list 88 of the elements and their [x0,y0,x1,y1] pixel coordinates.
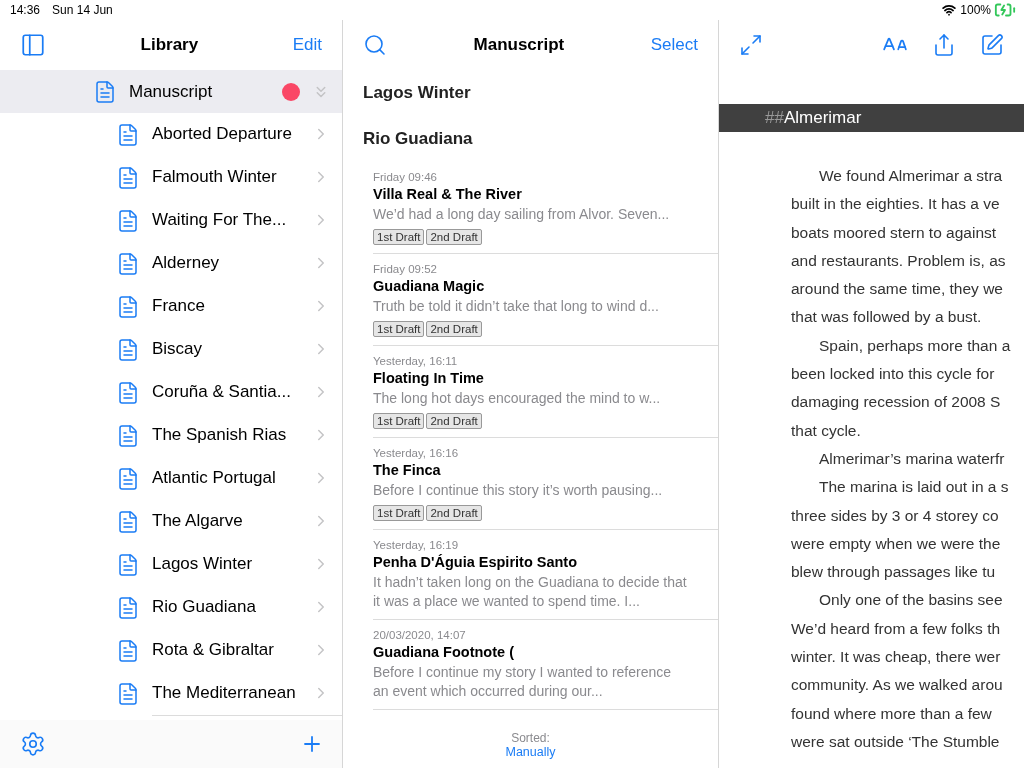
draft-tag: 2nd Draft [426,505,482,521]
text-line: were sat outside ‘The Stumble [791,731,1001,752]
document-icon [93,79,117,104]
document-icon [116,337,140,362]
draft-tag: 1st Draft [373,321,425,337]
share-icon[interactable] [932,33,956,57]
text-line: We’d heard from a few folks th [791,618,1002,639]
text-line: Spain, perhaps more than a [818,335,1012,356]
settings-icon[interactable] [20,731,46,757]
document-date: Yesterday, 16:19 [373,539,460,551]
document-title: Floating In Time [373,370,485,386]
edit-button[interactable]: Edit [292,35,322,55]
text-line: boats moored stern to against [791,222,998,243]
battery-percentage: 100% [960,3,991,17]
text-line: winter. It was cheap, there wer [791,647,1002,668]
document-icon [116,122,140,147]
draft-tag: 1st Draft [373,413,425,429]
text-line: that cycle. [791,420,862,441]
document-icon [116,251,140,276]
section-heading: ##Almerimar [765,108,862,128]
sort-mode-link[interactable]: Manually [505,745,556,759]
document-icon [116,466,140,491]
document-icon [116,638,140,663]
text-line: We found Almerimar a stra [818,166,1004,186]
sorted-label: Sorted: [511,731,550,745]
text-line: built in the eighties. It has a ve [791,194,1001,215]
document-preview: The long hot days encouraged the mind to w... [373,389,662,408]
text-line: were empty when we were the [791,533,1002,554]
text-line: damaging recession of 2008 S [791,392,1002,413]
status-time: 14:36 [10,3,41,17]
group-heading[interactable]: Rio Guadiana [343,116,718,162]
document-preview: Before I continue my story I wanted to reference an event which occurred during our... [373,663,673,701]
document-icon [116,208,140,233]
document-date: Yesterday, 16:11 [373,355,459,367]
text-line: Only one of the basins see [818,590,1004,611]
document-icon [116,380,140,405]
group-heading[interactable]: Lagos Winter [343,70,718,116]
manuscript-row[interactable]: Manuscript [0,70,342,113]
document-date: Yesterday, 16:16 [373,447,460,459]
document-date: Friday 09:52 [373,263,438,275]
text-line: three sides by 3 or 4 storey co [791,505,1000,526]
manuscript-title: Manuscript [473,35,565,55]
compose-icon[interactable] [980,33,1004,57]
document-preview: Before I continue this story it’s worth pausing... [373,481,664,500]
document-icon [116,681,140,706]
document-date: Friday 09:46 [373,171,438,183]
search-icon[interactable] [363,33,387,57]
library-title: Library [140,35,199,55]
draft-tag: 2nd Draft [426,413,482,429]
text-line: been locked into this cycle for [791,364,996,385]
wifi-icon [942,3,957,17]
document-card[interactable]: Friday 09:52 Guadiana Magic Truth be told it didn’t take that long to wind d... 1st Draft 2nd Draft [373,254,718,346]
document-card[interactable]: Yesterday, 16:19 Penha D'Águia Espirito Santo It hadn’t taken long on the Guadiana to decide that it was a place we wanted to spend time. I... [373,530,718,620]
document-preview: Truth be told it didn’t take that long to wind d... [373,297,660,316]
document-date: 20/03/2020, 14:07 [373,629,467,641]
text-line: and restaurants. Problem is, as [791,250,1007,271]
draft-tag: 1st Draft [373,229,425,245]
document-title: Penha D'Águia Espirito Santo [373,554,579,570]
document-card[interactable]: Yesterday, 16:11 Floating In Time The long hot days encouraged the mind to w... 1st Draft 2nd Draft [373,346,718,438]
text-line: found where more than a few [791,703,993,724]
document-card[interactable]: 20/03/2020, 14:07 Guadiana Footnote ( Before I continue my story I wanted to reference an event which occurred during our... [373,620,718,710]
document-icon [116,294,140,319]
document-title: The Finca [373,462,442,478]
document-icon [116,595,140,620]
text-line: The marina is laid out in a s [818,477,1010,498]
draft-tag: 2nd Draft [426,229,482,245]
draft-tag: 2nd Draft [426,321,482,337]
document-icon [116,165,140,190]
document-preview: It hadn’t taken long on the Guadiana to decide that it was a place we wanted to spend time. I... [373,573,688,611]
document-icon [116,423,140,448]
document-icon [116,509,140,534]
select-button[interactable]: Select [650,35,698,55]
text-line: community. As we walked arou [791,675,1004,696]
document-preview: We’d had a long day sailing from Alvor. Seven... [373,205,671,224]
text-line: Almerimar’s marina waterfr [818,448,1006,469]
document-icon [116,552,140,577]
document-title: Guadiana Magic [373,278,486,294]
document-title: Guadiana Footnote ( [373,644,515,660]
text-line: around the same time, they we [791,279,1004,300]
expand-arrows-icon[interactable] [739,33,763,57]
text-line: blew through passages like tu [791,562,997,583]
document-title: Villa Real & The River [373,186,523,202]
status-date: Sun 14 Jun [52,3,113,17]
document-card[interactable]: Yesterday, 16:16 The Finca Before I continue this story it’s worth pausing... 1st Draft 2nd Draft [373,438,718,530]
document-card[interactable]: Friday 09:46 Villa Real & The River We’d had a long day sailing from Alvor. Seven... 1st Draft 2nd Draft [373,162,718,254]
draft-tag: 1st Draft [373,505,425,521]
text-line: that was followed by a bust. [791,307,983,328]
sidebar-toggle-icon[interactable] [20,32,46,58]
